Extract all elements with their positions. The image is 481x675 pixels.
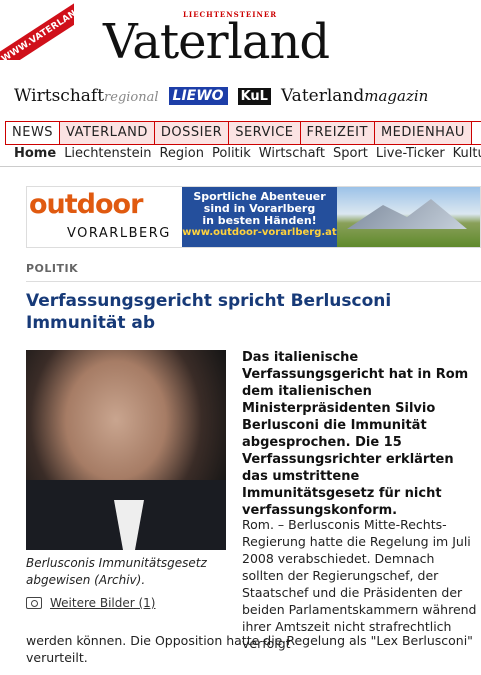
photo-caption: Berlusconis Immunitätsgesetz abgewisen (… [26, 556, 207, 587]
tab-vaterland[interactable]: VATERLAND [60, 122, 155, 144]
more-images-link[interactable]: Weitere Bilder (1) [26, 596, 155, 610]
outdoor-vorarlberg-banner[interactable]: outdoor VORARLBERG Sportliche Abenteuer … [26, 186, 481, 248]
banner-text-block: Sportliche Abenteuer sind in Vorarlberg … [182, 187, 337, 247]
vaterland-magazin-label: Vaterland [280, 86, 365, 106]
banner-photo [337, 187, 480, 247]
liewo-logo[interactable]: LIEWO [168, 87, 228, 105]
section-divider [26, 281, 481, 282]
magazin-label: magazin [364, 87, 429, 105]
tab-medienhaus[interactable]: MEDIENHAU [374, 122, 472, 144]
more-images-label: Weitere Bilder (1) [50, 596, 156, 610]
article-body-full: werden können. Die Opposition hatte die … [26, 633, 473, 665]
tab-news[interactable]: NEWS [5, 122, 61, 144]
outdoor-logo-bottom: VORARLBERG [67, 226, 171, 241]
subnav-region[interactable]: Region [159, 146, 204, 161]
site-logo[interactable]: Vaterland [103, 12, 330, 72]
subnav-sport[interactable]: Sport [333, 146, 368, 161]
article-lead: Das italienische Verfassungsgericht hat … [242, 350, 469, 518]
subnav-liechtenstein[interactable]: Liechtenstein [64, 146, 151, 161]
banner-url: www.outdoor-vorarlberg.at [182, 227, 337, 238]
outdoor-logo: outdoor VORARLBERG [27, 187, 182, 247]
wirtschaft-logo[interactable]: Wirtschaftregional [14, 86, 159, 106]
banner-line-3: in besten Händen! [202, 214, 317, 227]
site-url-label: WWW.VATERLAND.LI [0, 0, 74, 60]
nav-divider [0, 166, 481, 167]
section-label: POLITIK [26, 262, 79, 275]
tab-dossier[interactable]: DOSSIER [154, 122, 230, 144]
article-headline: Verfassungsgericht spricht Berlusconi Im… [26, 291, 392, 333]
vaterland-magazin-logo[interactable]: Vaterlandmagazin [281, 86, 428, 106]
tab-freizeit[interactable]: FREIZEIT [300, 122, 375, 144]
wirtschaft-label: Wirtschaft [14, 86, 105, 106]
sub-brand-bar: Wirtschaftregional LIEWO KuL Vaterlandma… [14, 85, 428, 107]
kul-logo[interactable]: KuL [237, 87, 271, 105]
subnav-live-ticker[interactable]: Live-Ticker [376, 146, 445, 161]
subnav-kultur[interactable]: Kultu [453, 146, 481, 161]
mountain-graphic [347, 199, 467, 229]
subnav-home[interactable]: Home [14, 146, 56, 161]
main-nav: NEWS VATERLAND DOSSIER SERVICE FREIZEIT … [5, 121, 481, 145]
wirtschaft-sub-label: regional [104, 90, 159, 105]
article-photo[interactable] [26, 350, 226, 550]
outdoor-logo-top: outdoor [29, 189, 143, 220]
camera-icon [26, 597, 42, 609]
tab-service[interactable]: SERVICE [229, 122, 301, 144]
subnav-politik[interactable]: Politik [212, 146, 251, 161]
site-url-ribbon[interactable]: WWW.VATERLAND.LI [0, 0, 74, 60]
subnav-wirtschaft[interactable]: Wirtschaft [259, 146, 325, 161]
sub-nav: Home Liechtenstein Region Politik Wirtsc… [14, 146, 481, 161]
